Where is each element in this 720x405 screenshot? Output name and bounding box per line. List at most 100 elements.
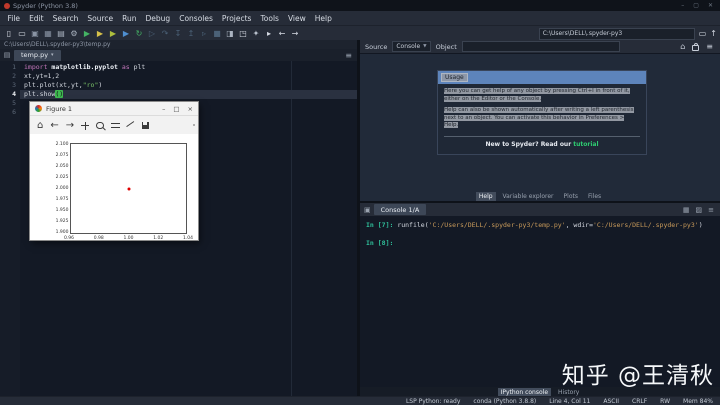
toolbar-save-all[interactable]: ▦ [42, 28, 54, 40]
toolbar-debug-step-over[interactable]: ↷ [159, 28, 171, 40]
tab-console-1a[interactable]: Console 1/A [374, 204, 427, 215]
help-options-menu-icon[interactable]: ≡ [706, 42, 713, 51]
figure-maximize-button[interactable]: □ [173, 105, 179, 113]
menu-file[interactable]: File [3, 14, 25, 23]
code-line-4[interactable]: plt.show() [20, 90, 357, 99]
zoom-icon[interactable] [96, 122, 104, 130]
menu-source[interactable]: Source [83, 14, 118, 23]
lock-icon[interactable] [692, 45, 699, 51]
toolbar-new-file[interactable]: ▯ [3, 28, 15, 40]
home-icon[interactable]: ⌂ [680, 42, 685, 51]
tab-files[interactable]: Files [585, 192, 604, 201]
figure-canvas[interactable]: 2.1002.0752.0502.0252.0001.9751.9501.925… [30, 134, 198, 240]
back-arrow-icon[interactable]: ← [50, 121, 58, 131]
home-icon[interactable]: ⌂ [37, 121, 43, 131]
status-mem-84%: Mem 84% [683, 398, 713, 405]
help-pane: Usage Here you can get help of any objec… [360, 53, 720, 201]
menu-debug[interactable]: Debug [141, 14, 175, 23]
code-line-1[interactable]: import matplotlib.pyplot as plt [20, 63, 357, 72]
data-point-marker [127, 187, 130, 190]
toolbar-python-path-wrench[interactable]: ✦ [250, 28, 262, 40]
maximize-button[interactable]: ▢ [693, 2, 699, 9]
usage-title: Usage [441, 73, 468, 82]
code-line-2[interactable]: xt,yt=1,2 [20, 72, 357, 81]
object-label: Object [436, 43, 457, 51]
usage-paragraph-1: Here you can get help of any object by p… [444, 88, 640, 103]
matplotlib-logo-icon [35, 105, 42, 112]
code-line-3[interactable]: plt.plot(xt,yt,"ro") [20, 81, 357, 90]
editor-options-menu-icon[interactable]: ≡ [345, 51, 355, 60]
browse-working-dir-icon[interactable]: ▭ [699, 29, 707, 38]
xtick-1.02: 1.02 [153, 236, 163, 241]
browse-tabs-icon[interactable]: ▤ [2, 51, 12, 59]
menu-run[interactable]: Run [118, 14, 141, 23]
tab-variable-explorer[interactable]: Variable explorer [500, 192, 557, 201]
toolbar-rerun-cell[interactable]: ↻ [133, 28, 145, 40]
toolbar-debug-step-return[interactable]: ↥ [185, 28, 197, 40]
menu-tools[interactable]: Tools [256, 14, 283, 23]
toolbar-debug-step-into[interactable]: ↧ [172, 28, 184, 40]
toolbar-open-last-closed[interactable]: ◨ [224, 28, 236, 40]
usage-paragraph-2: Help can also be shown automatically aft… [444, 107, 640, 130]
inspect-icon[interactable]: ▦ [683, 206, 690, 214]
parent-dir-icon[interactable]: ↑ [710, 29, 717, 38]
status-bar: LSP Python: readyconda (Python 3.8.8)Lin… [0, 396, 720, 405]
toolbar-grip [193, 124, 195, 126]
source-select[interactable]: Console ▼ [392, 41, 430, 52]
figure-close-button[interactable]: × [188, 105, 193, 113]
toolbar-run-file[interactable]: ▶ [81, 28, 93, 40]
toolbar-run-cell-advance[interactable]: ▶ [107, 28, 119, 40]
toolbar-open-file[interactable]: ▭ [16, 28, 28, 40]
menu-help[interactable]: Help [310, 14, 336, 23]
help-content: Usage Here you can get help of any objec… [360, 54, 720, 191]
forward-arrow-icon[interactable]: → [66, 121, 74, 131]
source-label: Source [365, 43, 387, 51]
line-number-2: 2 [0, 72, 16, 81]
figure-minimize-button[interactable]: – [162, 105, 165, 113]
pan-icon[interactable] [81, 122, 89, 130]
edit-parameters-icon[interactable] [127, 122, 135, 130]
toolbar-save-file[interactable]: ▣ [29, 28, 41, 40]
browse-tabs-icon[interactable]: ▣ [364, 206, 371, 214]
menu-consoles[interactable]: Consoles [175, 14, 218, 23]
figure-titlebar: Figure 1 – □ × [30, 102, 198, 116]
clear-console-icon[interactable]: ▨ [696, 206, 703, 214]
save-icon[interactable] [142, 122, 149, 129]
toolbar-run-selection[interactable]: ▶ [120, 28, 132, 40]
right-panel: Source Console ▼ Object ⌂ ≡ Usage [360, 40, 720, 397]
console-tab-label: Console 1/A [381, 206, 420, 214]
toolbar-debug-file[interactable]: ▷ [146, 28, 158, 40]
close-button[interactable]: ✕ [708, 2, 713, 9]
toolbar-debug-continue[interactable]: ▹ [198, 28, 210, 40]
tutorial-link[interactable]: tutorial [573, 141, 598, 148]
toolbar-maximize-pane[interactable]: ◳ [237, 28, 249, 40]
figure-window[interactable]: Figure 1 – □ × ⌂ ← → 2.1002.0752.0502.02… [30, 102, 198, 240]
chevron-down-icon: ▾ [51, 52, 54, 58]
ytick-2.100: 2.100 [56, 142, 69, 147]
toolbar-run-cell[interactable]: ▶ [94, 28, 106, 40]
tab-plots[interactable]: Plots [561, 192, 581, 201]
status-line-4-col-11: Line 4, Col 11 [549, 398, 590, 405]
configure-subplots-icon[interactable] [111, 122, 120, 130]
menu-projects[interactable]: Projects [217, 14, 256, 23]
menu-edit[interactable]: Edit [25, 14, 49, 23]
watermark: 知乎 @王清秋 [562, 356, 714, 390]
toolbar-debug-stop[interactable]: ■ [211, 28, 223, 40]
menu-search[interactable]: Search [48, 14, 83, 23]
minimize-button[interactable]: – [681, 2, 684, 9]
toolbar-find-in-files[interactable]: ▤ [55, 28, 67, 40]
toolbar-back[interactable]: ← [276, 28, 288, 40]
xtick-0.98: 0.98 [94, 236, 104, 241]
toolbar-forward[interactable]: → [289, 28, 301, 40]
status-conda-python-3.8.8-: conda (Python 3.8.8) [473, 398, 536, 405]
tab-help[interactable]: Help [476, 192, 496, 201]
console-options-menu-icon[interactable]: ≡ [708, 206, 714, 214]
toolbar-preferences-gear[interactable]: ⚙ [68, 28, 80, 40]
toolbar-pointer-mode[interactable]: ▸ [263, 28, 275, 40]
divider [444, 136, 640, 137]
working-directory-input[interactable]: C:\Users\DELL\.spyder-py3 [539, 28, 695, 40]
object-input[interactable] [462, 41, 620, 52]
menu-view[interactable]: View [283, 14, 310, 23]
tab-temp-py[interactable]: temp.py ▾ [14, 50, 61, 61]
console-line-2 [366, 230, 714, 239]
